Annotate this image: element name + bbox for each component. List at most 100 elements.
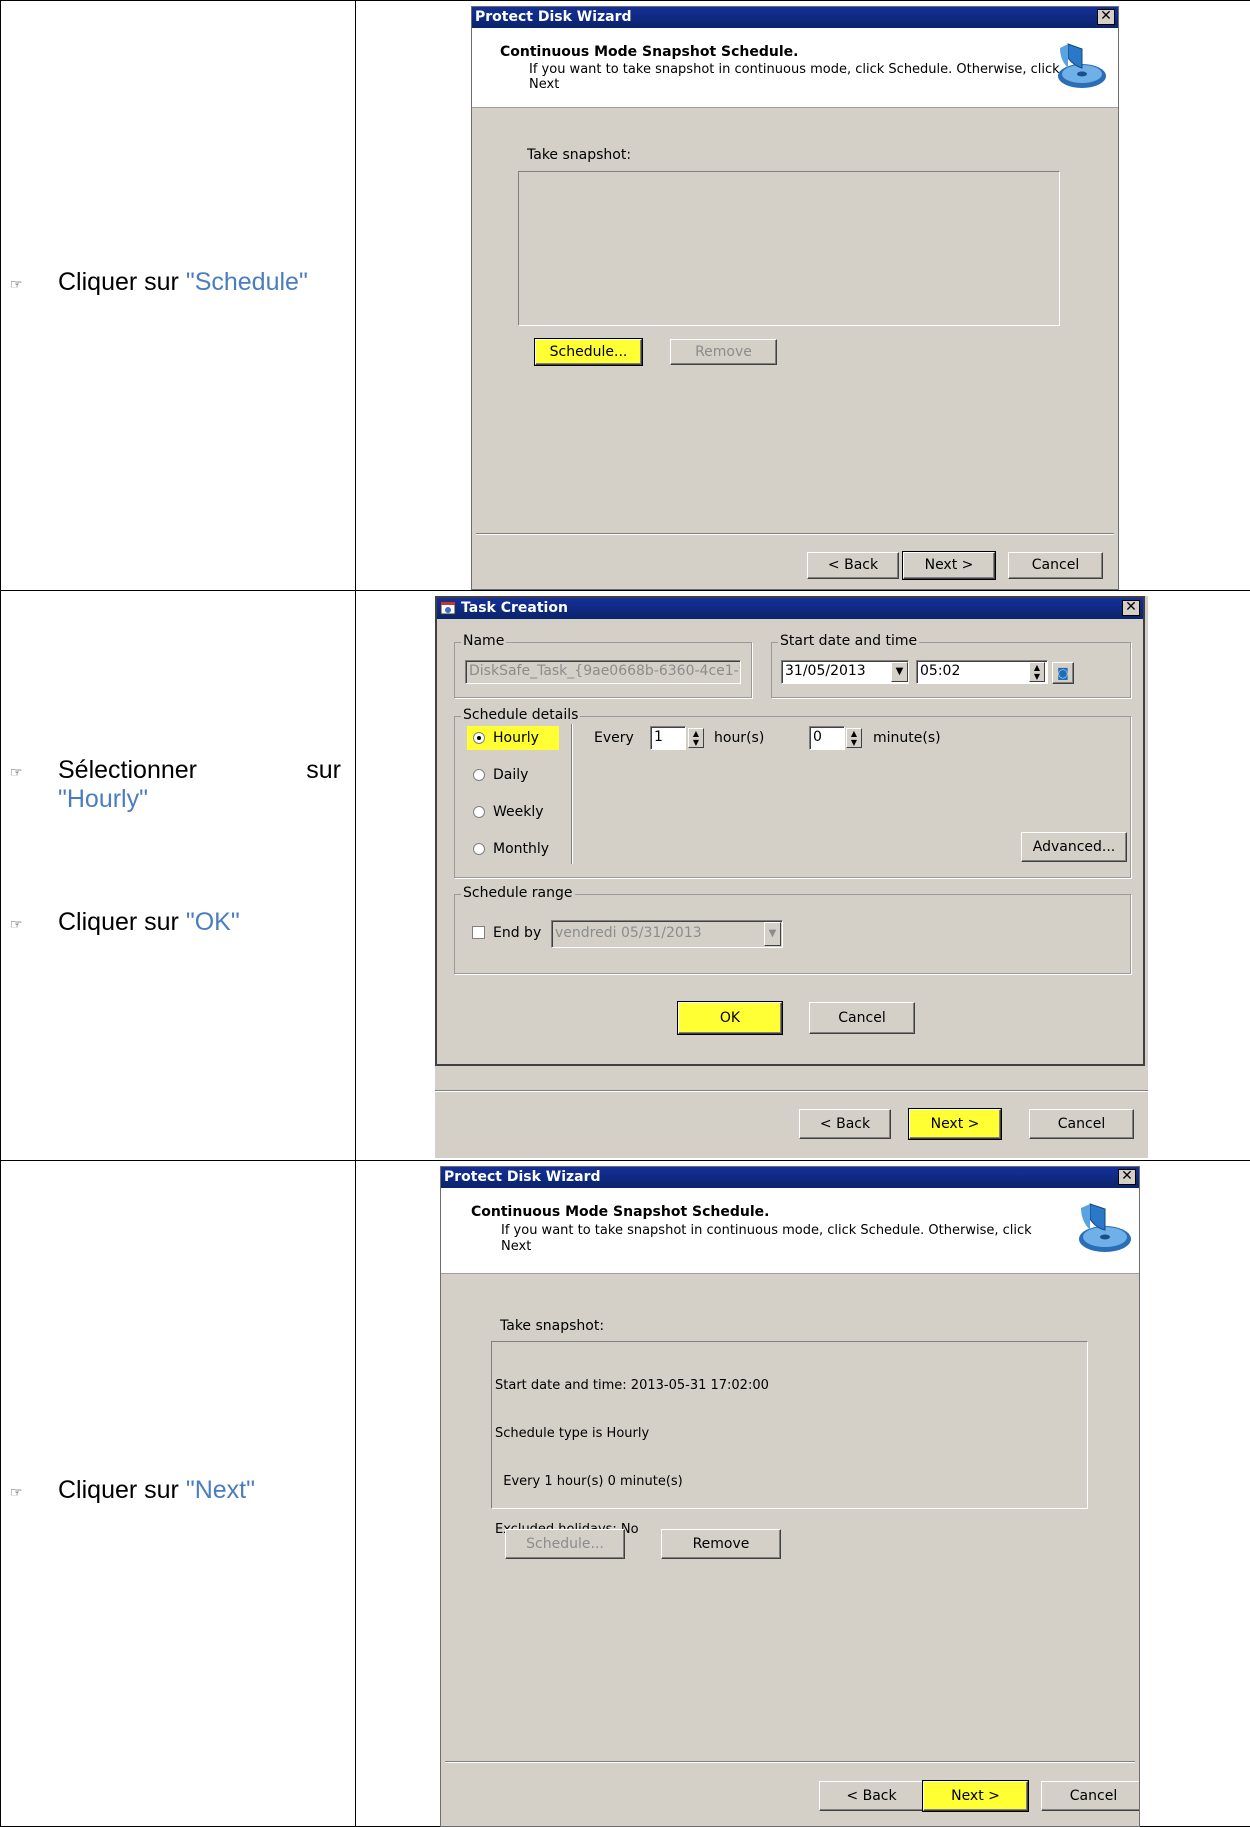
schedule-details-label: Schedule details (461, 707, 581, 723)
next-button[interactable]: Next > (902, 551, 996, 580)
behind-back-button[interactable]: < Back (799, 1109, 891, 1139)
minute-spinner[interactable]: ▲ ▼ (846, 728, 862, 748)
start-date-group-label: Start date and time (778, 633, 920, 649)
cancel-button[interactable]: Cancel (1008, 552, 1103, 579)
weekly-radio[interactable] (473, 806, 485, 818)
wizard-header: Continuous Mode Snapshot Schedule. If yo… (472, 28, 1118, 108)
wizard-title: Protect Disk Wizard (444, 1169, 601, 1185)
column-divider (355, 0, 356, 1827)
task-creation-dialog: Task Creation ✕ Name DiskSafe_Task_{9ae0… (435, 596, 1145, 1066)
back-button[interactable]: < Back (807, 552, 899, 579)
step-3-text: Cliquer sur (58, 908, 186, 936)
summary-line: Every 1 hour(s) 0 minute(s) (495, 1474, 683, 1489)
end-by-date-field[interactable]: vendredi 05/31/2013 (551, 920, 783, 948)
time-spinner[interactable]: ▲ ▼ (1029, 662, 1045, 682)
wizard-title-bar: Protect Disk Wizard ✕ (472, 7, 1118, 28)
task-title: Task Creation (461, 600, 568, 616)
wizard-subtitle-line2: Next (529, 77, 560, 92)
hand-pointer-icon: ☞ (10, 1484, 23, 1500)
hand-pointer-icon: ☞ (10, 916, 23, 932)
step-3-instruction: ☞ Cliquer sur "OK" (0, 908, 355, 948)
close-icon[interactable]: ✕ (1122, 600, 1140, 616)
behind-next-button[interactable]: Next > (908, 1108, 1002, 1140)
monthly-label: Monthly (493, 841, 550, 857)
schedule-range-label: Schedule range (461, 885, 575, 901)
hour-spinner[interactable]: ▲ ▼ (688, 728, 704, 748)
task-cancel-button[interactable]: Cancel (809, 1002, 915, 1034)
shield-disk-icon (1058, 43, 1106, 88)
wizard-heading: Continuous Mode Snapshot Schedule. (471, 1204, 770, 1220)
snapshot-list[interactable] (518, 171, 1060, 326)
hour-field[interactable]: 1 (650, 726, 686, 750)
step-2-text: Sélectionner (58, 756, 197, 784)
wizard-header: Continuous Mode Snapshot Schedule. If yo… (441, 1188, 1139, 1274)
hourly-label: Hourly (493, 730, 539, 746)
task-icon (440, 601, 456, 615)
row-divider-2 (0, 1160, 1250, 1161)
behind-wizard-divider (435, 1090, 1148, 1092)
task-title-bar: Task Creation ✕ (437, 598, 1143, 619)
next-button[interactable]: Next > (922, 1780, 1029, 1812)
wizard-subtitle-line1: If you want to take snapshot in continuo… (529, 62, 1060, 77)
ok-button[interactable]: OK (677, 1001, 783, 1035)
hand-pointer-icon: ☞ (10, 276, 23, 292)
end-by-label: End by (493, 925, 542, 941)
minute-field[interactable]: 0 (809, 726, 845, 750)
hour-label: hour(s) (714, 730, 765, 746)
chevron-down-icon[interactable]: ▼ (764, 922, 781, 946)
radio-separator (571, 724, 573, 864)
row-divider-1 (0, 590, 1250, 591)
summary-line: Start date and time: 2013-05-31 17:02:00 (495, 1378, 769, 1393)
hand-pointer-icon: ☞ (10, 764, 23, 780)
step-1-instruction: ☞ Cliquer sur "Schedule" (0, 268, 355, 308)
step-3-highlight: "OK" (185, 908, 240, 936)
behind-cancel-button[interactable]: Cancel (1029, 1109, 1134, 1139)
every-label: Every (594, 730, 634, 746)
protect-disk-wizard-window: Protect Disk Wizard ✕ Continuous Mode Sn… (471, 6, 1119, 590)
step-4-text: Cliquer sur (58, 1476, 186, 1504)
back-button[interactable]: < Back (819, 1781, 924, 1811)
wizard-title: Protect Disk Wizard (475, 9, 632, 25)
step-1-highlight: "Schedule" (185, 268, 308, 296)
weekly-label: Weekly (493, 804, 544, 820)
monthly-radio[interactable] (473, 843, 485, 855)
schedule-button[interactable]: Schedule... (505, 1529, 625, 1559)
chevron-down-icon[interactable]: ▼ (891, 662, 908, 682)
wizard-title-bar: Protect Disk Wizard ✕ (441, 1167, 1139, 1188)
step-4-instruction: ☞ Cliquer sur "Next" (0, 1476, 355, 1516)
wizard-divider (476, 533, 1114, 535)
close-icon[interactable]: ✕ (1118, 1169, 1136, 1185)
daily-label: Daily (493, 767, 529, 783)
wizard-heading: Continuous Mode Snapshot Schedule. (500, 44, 799, 60)
close-icon[interactable]: ✕ (1097, 9, 1115, 25)
remove-button[interactable]: Remove (670, 339, 777, 365)
step-2-highlight: "Hourly" (58, 785, 148, 813)
step-2-text-sur: sur (306, 756, 341, 784)
step-4-highlight: "Next" (185, 1476, 255, 1504)
step-2-instruction: ☞ Sélectionner sur "Hourly" (0, 756, 355, 826)
schedule-button[interactable]: Schedule... (534, 338, 643, 366)
hourly-radio[interactable] (473, 732, 485, 744)
step-1-text: Cliquer sur (58, 268, 186, 296)
cancel-button[interactable]: Cancel (1041, 1781, 1139, 1811)
task-creation-screenshot: < Back Next > Cancel Task Creation ✕ Nam… (435, 596, 1148, 1158)
task-name-field[interactable]: DiskSafe_Task_{9ae0668b-6360-4ce1-9 (465, 660, 741, 684)
table-border-top (0, 0, 1250, 1)
end-by-checkbox[interactable] (472, 926, 485, 939)
wizard-subtitle-line2: Next (501, 1239, 532, 1254)
take-snapshot-label: Take snapshot: (500, 1318, 605, 1334)
name-group-label: Name (461, 633, 507, 649)
snapshot-summary[interactable]: Start date and time: 2013-05-31 17:02:00… (491, 1341, 1088, 1537)
wizard-divider (445, 1761, 1135, 1763)
wizard-subtitle-line1: If you want to take snapshot in continuo… (501, 1223, 1032, 1238)
remove-button[interactable]: Remove (661, 1529, 781, 1559)
calendar-icon[interactable]: ◙ (1052, 662, 1074, 684)
minute-label: minute(s) (873, 730, 941, 746)
take-snapshot-label: Take snapshot: (527, 147, 632, 163)
advanced-button[interactable]: Advanced... (1021, 832, 1127, 862)
start-date-field[interactable]: 31/05/2013 (781, 660, 909, 684)
protect-disk-wizard-window-2: Protect Disk Wizard ✕ Continuous Mode Sn… (440, 1166, 1140, 1827)
summary-line: Schedule type is Hourly (495, 1426, 650, 1441)
shield-disk-icon (1079, 1203, 1131, 1252)
daily-radio[interactable] (473, 769, 485, 781)
